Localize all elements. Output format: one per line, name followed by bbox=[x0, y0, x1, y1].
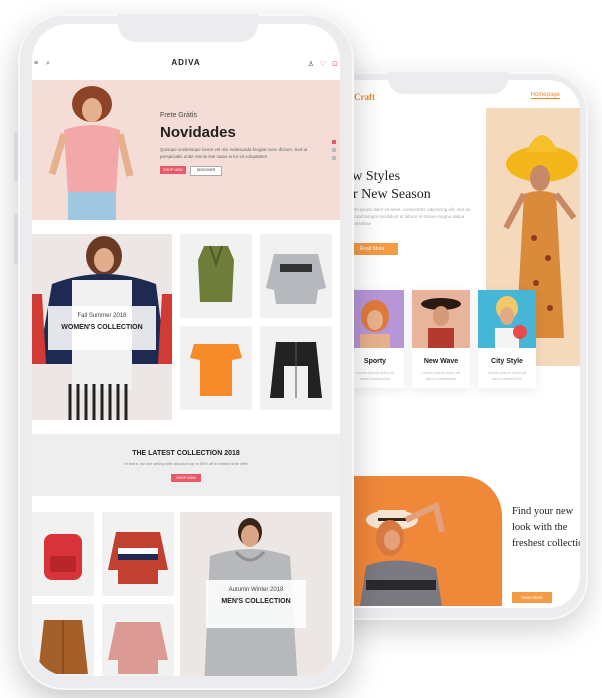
phone-side-button bbox=[14, 132, 18, 182]
back-phone-screen: eCraft Homepage ew Styles or New Season … bbox=[326, 80, 580, 608]
product-tile-brown-jacket[interactable] bbox=[32, 604, 94, 676]
men-collection-label: Autumn Winter 2018 MEN'S COLLECTION bbox=[206, 580, 306, 628]
latest-collection-title: THE LATEST COLLECTION 2018 bbox=[132, 450, 240, 457]
women-collection-subtitle: Fall Summer 2018 bbox=[77, 313, 127, 319]
front-phone-screen: ≡ ⌕ ADIVA ♙ ♡ ⊡ Frete Grátis Novidades Q… bbox=[32, 24, 340, 676]
men-collection-subtitle: Autumn Winter 2018 bbox=[228, 587, 284, 593]
category-card-new-wave[interactable]: New Wave Lorem ipsum dolor sit amet cons… bbox=[412, 290, 470, 388]
user-icon[interactable]: ♙ bbox=[308, 60, 314, 68]
front-phone-frame: ≡ ⌕ ADIVA ♙ ♡ ⊡ Frete Grátis Novidades Q… bbox=[14, 14, 354, 690]
product-tile-black-jacket[interactable] bbox=[260, 326, 332, 410]
back-hero-desc: Lorem ipsum dolor sit amet, consectetur … bbox=[346, 207, 471, 226]
phone-side-button bbox=[14, 214, 18, 264]
women-collection-label: Fall Summer 2018 WOMEN'S COLLECTION bbox=[48, 306, 156, 350]
promo-text: Find your new look with the freshest col… bbox=[512, 506, 580, 549]
back-hero-title: ew Styles or New Season bbox=[346, 169, 431, 202]
hero-banner: Frete Grátis Novidades Quisque scelerisq… bbox=[32, 80, 340, 220]
slider-dot[interactable] bbox=[332, 148, 336, 152]
category-card-city-style[interactable]: City Style Lorem ipsum dolor sit amet co… bbox=[478, 290, 536, 388]
heart-icon[interactable]: ♡ bbox=[320, 60, 326, 68]
cart-icon[interactable]: ⊡ bbox=[332, 60, 338, 68]
category-desc: Lorem ipsum dolor sit amet consectetur bbox=[487, 370, 527, 381]
latest-collection-desc: Hi there, we are selling with discount u… bbox=[123, 461, 249, 466]
category-name: New Wave bbox=[423, 358, 459, 365]
latest-collection-banner: THE LATEST COLLECTION 2018 Hi there, we … bbox=[32, 434, 340, 496]
product-tile-grey-sweatshirt[interactable] bbox=[260, 234, 332, 318]
women-collection-title: WOMEN'S COLLECTION bbox=[61, 324, 143, 331]
product-tile-orange-top[interactable] bbox=[180, 326, 252, 410]
hero-model-image bbox=[48, 86, 134, 220]
hero-title: Novidades bbox=[160, 124, 236, 141]
front-phone-notch bbox=[118, 14, 258, 42]
product-tile-red-backpack[interactable] bbox=[32, 512, 94, 596]
top-nav: ≡ ⌕ ADIVA ♙ ♡ ⊡ bbox=[32, 54, 340, 78]
category-desc: Lorem ipsum dolor sit amet consectetur bbox=[355, 370, 395, 381]
shop-now-button[interactable]: SHOP NOW bbox=[160, 166, 186, 174]
site-logo[interactable]: ADIVA bbox=[32, 58, 340, 67]
back-menu-link[interactable]: Homepage bbox=[530, 92, 560, 99]
slider-dot[interactable] bbox=[332, 140, 336, 144]
back-phone-frame: eCraft Homepage ew Styles or New Season … bbox=[318, 72, 588, 620]
discover-button[interactable]: DISCOVER bbox=[190, 166, 222, 176]
hero-subtitle: Frete Grátis bbox=[160, 112, 197, 119]
women-collection-banner[interactable]: Fall Summer 2018 WOMEN'S COLLECTION bbox=[32, 234, 172, 420]
latest-shop-now-button[interactable]: SHOP NOW bbox=[171, 474, 201, 482]
product-tile-pink-sweater[interactable] bbox=[102, 604, 174, 676]
promo-image bbox=[346, 476, 502, 606]
category-image bbox=[346, 290, 404, 348]
category-card-sporty[interactable]: Sporty Lorem ipsum dolor sit amet consec… bbox=[346, 290, 404, 388]
product-tile-green-vest[interactable] bbox=[180, 234, 252, 318]
men-collection-banner[interactable]: Autumn Winter 2018 MEN'S COLLECTION bbox=[180, 512, 332, 676]
category-image bbox=[478, 290, 536, 348]
men-collection-title: MEN'S COLLECTION bbox=[221, 598, 291, 605]
category-name: Sporty bbox=[363, 358, 387, 365]
category-image bbox=[412, 290, 470, 348]
category-name: City Style bbox=[491, 358, 523, 365]
category-desc: Lorem ipsum dolor sit amet consectetur bbox=[421, 370, 461, 381]
view-more-button[interactable]: View More bbox=[512, 592, 552, 603]
back-phone-notch bbox=[388, 72, 508, 94]
slider-dot[interactable] bbox=[332, 156, 336, 160]
hero-desc: Quisque scelerisque lorem vel nisi males… bbox=[160, 147, 308, 159]
product-tile-striped-sweater[interactable] bbox=[102, 512, 174, 596]
